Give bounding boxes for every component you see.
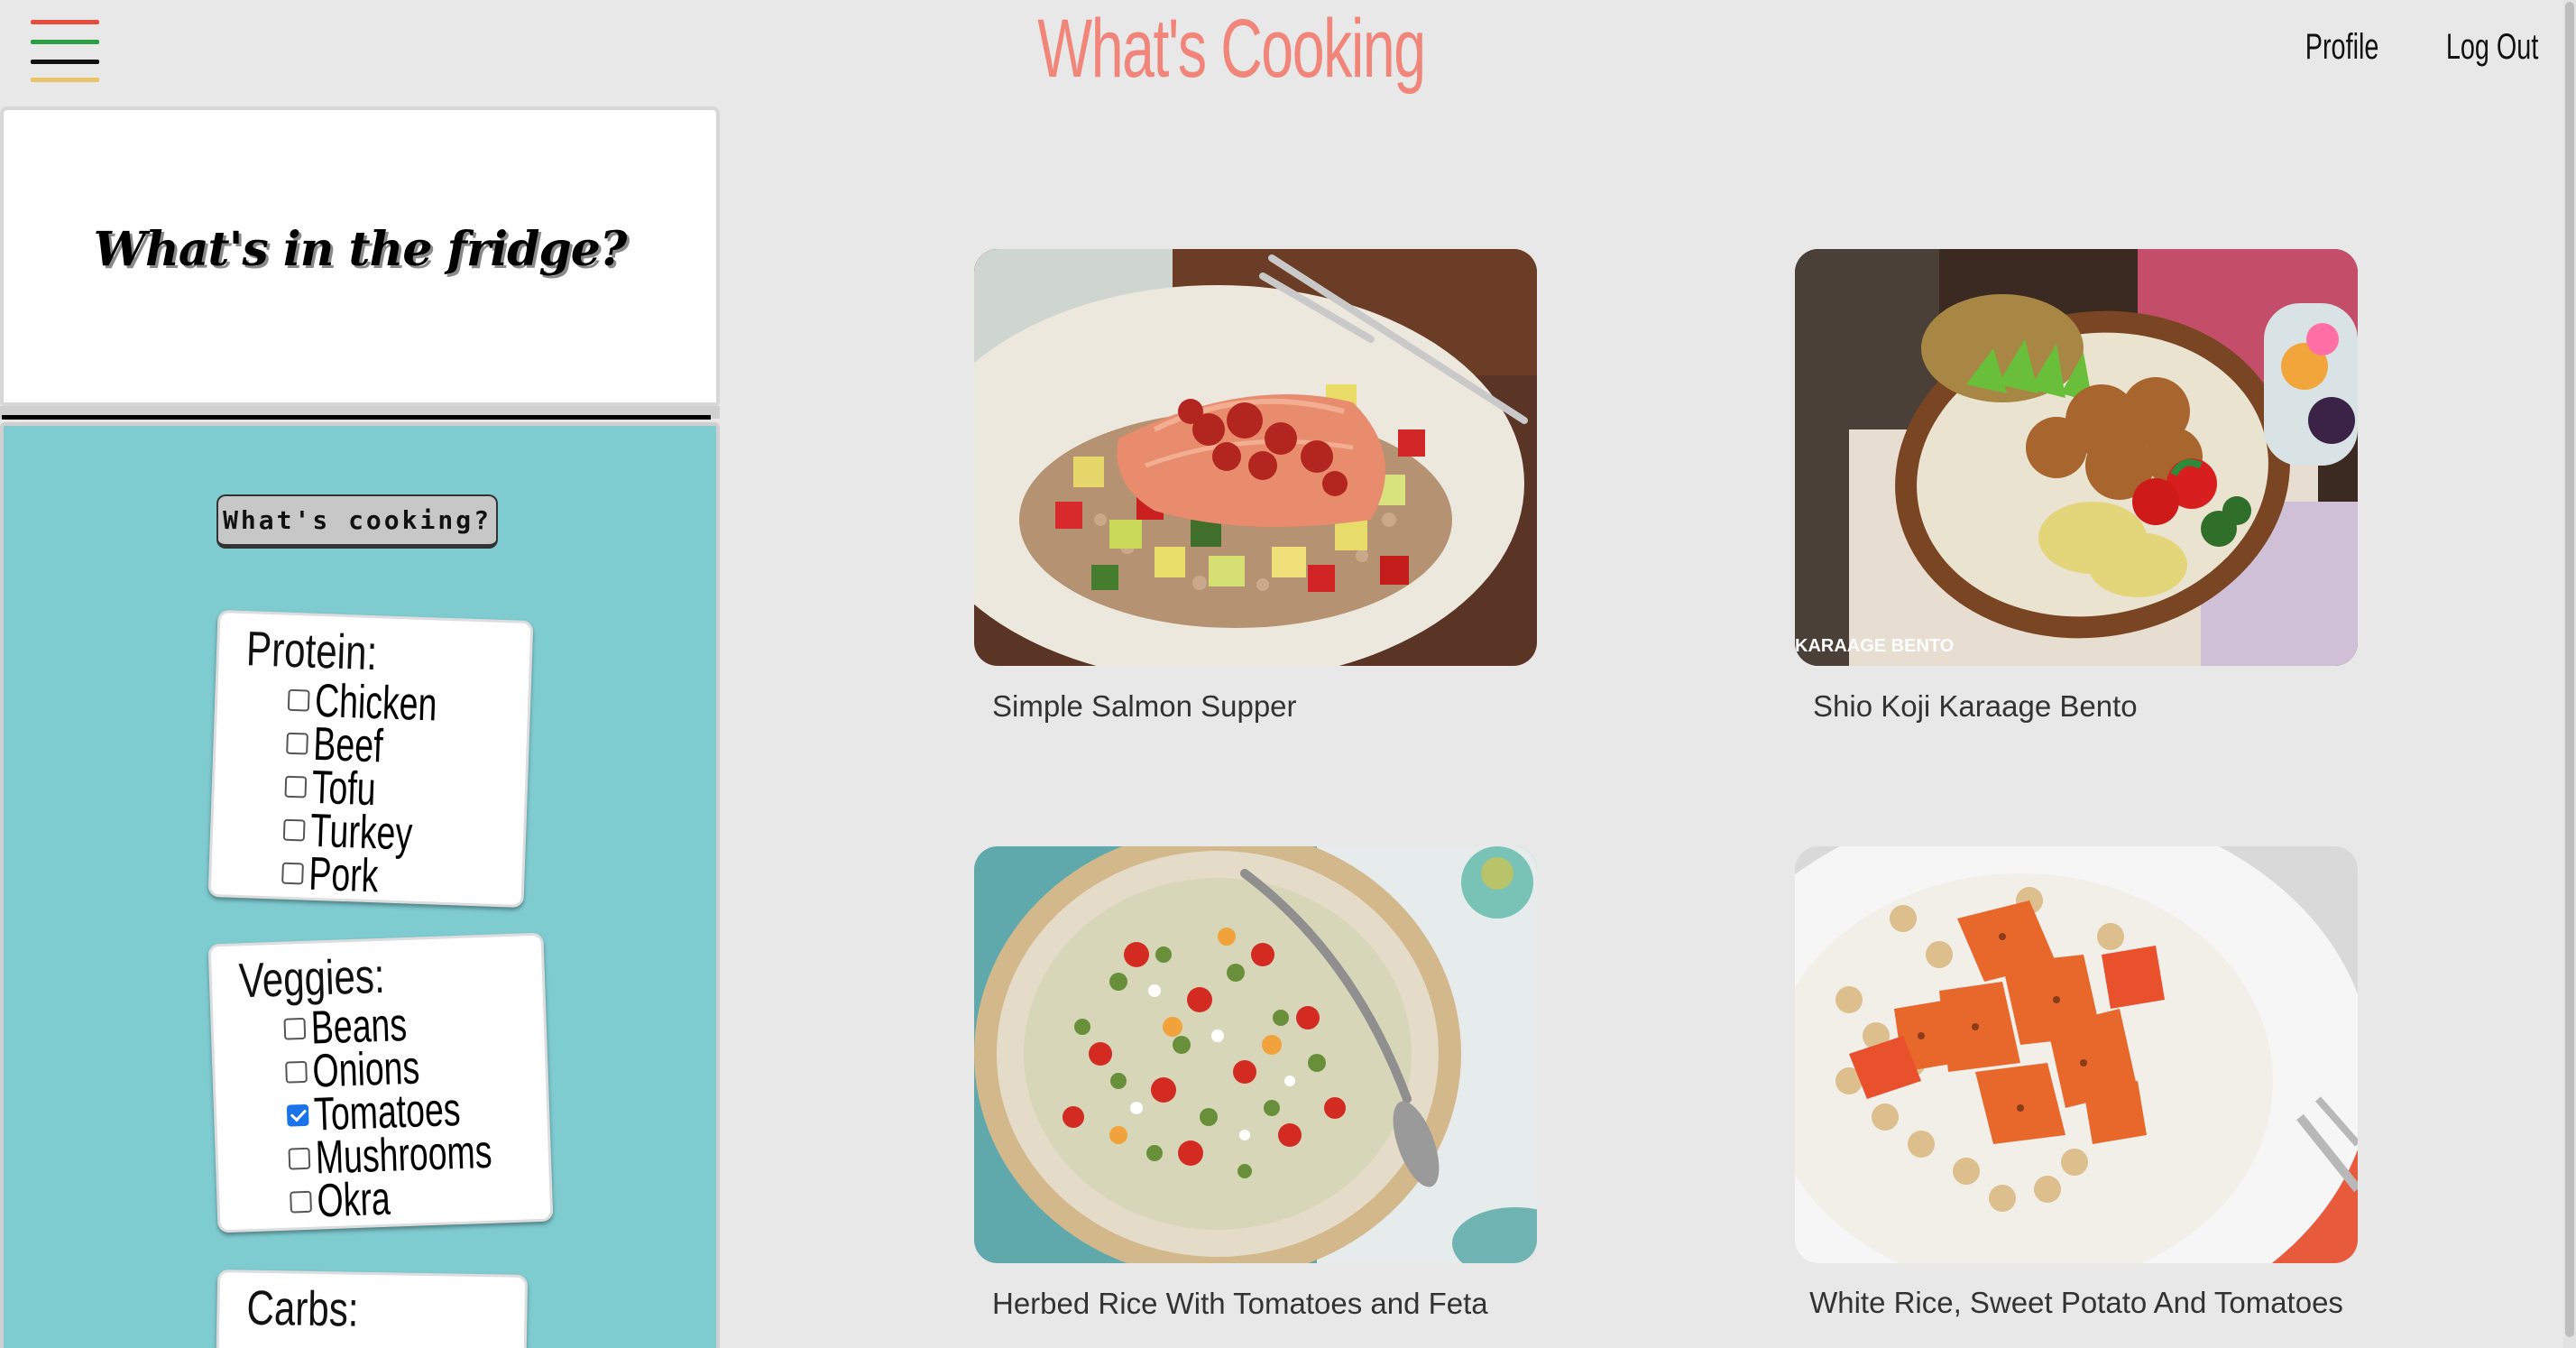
whats-cooking-button[interactable]: What's cooking? [216, 494, 498, 549]
page-scrollbar[interactable] [2563, 0, 2576, 1348]
recipe-name[interactable]: Shio Koji Karaage Bento [1795, 689, 2360, 724]
site-title: What's Cooking [1037, 3, 1426, 95]
checkbox-checked[interactable] [286, 1103, 309, 1127]
recipe-card[interactable]: KARAAGE BENTO Shio Koji Karaage Bento [1795, 249, 2360, 724]
page: What's Cooking Profile Log Out What's in… [0, 0, 2576, 1348]
menu-line [31, 40, 99, 44]
photo-watermark: KARAAGE BENTO [1795, 636, 1954, 656]
sweet-potato-rice-image [1795, 846, 2358, 1263]
option-label: Pork [308, 847, 380, 903]
menu-line [31, 20, 99, 24]
fridge-freezer-door: What's in the fridge? [0, 106, 720, 406]
veggies-filter-card: Veggies: Beans Onions Tomatoes Mushrooms… [207, 932, 554, 1233]
checkbox[interactable] [284, 775, 308, 799]
recipe-image[interactable]: KARAAGE BENTO [1795, 249, 2358, 666]
veggies-options: Beans Onions Tomatoes Mushrooms Okra [240, 999, 550, 1228]
checkbox[interactable] [288, 1147, 311, 1170]
checkbox[interactable] [283, 1017, 307, 1040]
recipe-image[interactable] [1795, 846, 2358, 1263]
menu-line [31, 78, 99, 82]
checkbox[interactable] [285, 1060, 308, 1084]
checkbox[interactable] [281, 862, 304, 885]
fridge-heading: What's in the fridge? [93, 222, 628, 277]
herbed-rice-image [974, 846, 1537, 1263]
profile-link[interactable]: Profile [2305, 27, 2379, 68]
option-label: Okra [316, 1172, 391, 1228]
scrollbar-thumb[interactable] [2565, 2, 2574, 1337]
carbs-filter-card: Carbs: [215, 1270, 529, 1348]
veggies-title: Veggies: [237, 948, 386, 1009]
recipe-name[interactable]: Simple Salmon Supper [974, 689, 1539, 724]
recipe-card[interactable]: Herbed Rice With Tomatoes and Feta [974, 846, 1539, 1321]
hamburger-menu-icon[interactable] [31, 18, 101, 83]
fridge-divider-line [2, 415, 711, 420]
fridge-divider [0, 406, 720, 420]
checkbox[interactable] [290, 1190, 312, 1214]
protein-options: Chicken Beef Tofu Turkey Pork [238, 675, 529, 903]
recipe-card[interactable]: White Rice, Sweet Potato And Tomatoes [1795, 846, 2360, 1319]
recipe-name[interactable]: White Rice, Sweet Potato And Tomatoes [1795, 1287, 2358, 1319]
checkbox[interactable] [282, 818, 306, 842]
recipe-name[interactable]: Herbed Rice With Tomatoes and Feta [974, 1287, 1539, 1321]
recipe-image[interactable] [974, 249, 1537, 666]
recipe-image[interactable] [974, 846, 1537, 1263]
option-label: Mushrooms [314, 1125, 493, 1185]
carbs-title: Carbs: [245, 1280, 360, 1337]
recipe-card[interactable]: Simple Salmon Supper [974, 249, 1539, 724]
logout-link[interactable]: Log Out [2446, 27, 2538, 68]
top-nav: Profile Log Out [2277, 27, 2538, 68]
protein-title: Protein: [245, 622, 379, 681]
checkbox[interactable] [287, 688, 310, 712]
protein-filter-card: Protein: Chicken Beef Tofu Turkey Pork [207, 609, 534, 909]
checkbox[interactable] [286, 732, 308, 755]
menu-line [31, 60, 99, 64]
bento-dish-image: KARAAGE BENTO [1795, 249, 2358, 666]
salmon-dish-image [974, 249, 1537, 666]
